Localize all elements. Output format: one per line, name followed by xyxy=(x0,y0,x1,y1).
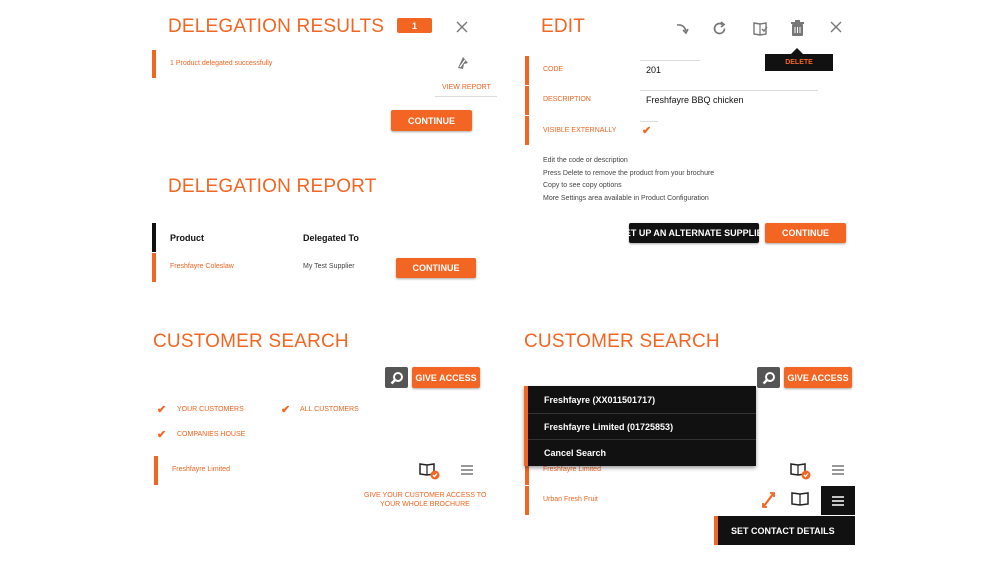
description-field[interactable]: Freshfayre BBQ chicken xyxy=(646,95,744,105)
customer-row-name[interactable]: Freshfayre Limited xyxy=(172,466,230,473)
menu-icon[interactable] xyxy=(821,486,855,515)
customer-row-name[interactable]: Freshfayre Limited xyxy=(543,466,601,473)
customer-row-marker xyxy=(525,486,529,515)
delegate-icon xyxy=(455,55,471,71)
companies-house-checkbox[interactable]: ✔ xyxy=(157,430,166,441)
field-marker xyxy=(525,116,529,145)
delegation-report-title: DELEGATION REPORT xyxy=(168,176,377,197)
description-label: DESCRIPTION xyxy=(543,96,591,103)
customer-search-title: CUSTOMER SEARCH xyxy=(153,331,349,352)
dropdown-option-1[interactable]: Freshfayre (XX011501717) xyxy=(528,386,756,413)
give-access-button[interactable]: GIVE ACCESS xyxy=(784,367,852,388)
close-icon[interactable] xyxy=(829,20,843,34)
report-row-supplier: My Test Supplier xyxy=(303,263,355,270)
result-count-badge: 1 xyxy=(397,18,432,33)
view-report-link[interactable]: VIEW REPORT xyxy=(442,84,491,91)
help-text-3: Copy to see copy options xyxy=(543,182,622,189)
give-access-hint-line-2: YOUR WHOLE BROCHURE xyxy=(380,501,470,508)
continue-button[interactable]: CONTINUE xyxy=(391,110,472,131)
help-text-1: Edit the code or description xyxy=(543,157,628,164)
cancel-search-option[interactable]: Cancel Search xyxy=(528,439,756,466)
brochure-icon[interactable] xyxy=(790,490,810,508)
copy-icon[interactable] xyxy=(751,19,769,37)
alternate-supplier-button[interactable]: SET UP AN ALTERNATE SUPPLIER xyxy=(619,223,769,243)
give-access-hint-line-1: GIVE YOUR CUSTOMER ACCESS TO xyxy=(364,492,487,499)
help-text-2: Press Delete to remove the product from … xyxy=(543,170,715,177)
delete-tooltip: DELETE xyxy=(765,54,833,71)
continue-button[interactable]: CONTINUE xyxy=(765,223,846,243)
delegation-results-title: DELEGATION RESULTS xyxy=(168,16,385,37)
close-icon[interactable] xyxy=(455,20,469,34)
dropdown-option-2[interactable]: Freshfayre Limited (01725853) xyxy=(528,413,756,440)
help-text-4: More Settings area available in Product … xyxy=(543,195,709,202)
trash-icon[interactable] xyxy=(789,19,805,37)
your-customers-checkbox[interactable]: ✔ xyxy=(157,405,166,416)
customer-row-marker xyxy=(154,456,158,485)
field-marker xyxy=(525,86,529,115)
visible-externally-label: VISIBLE EXTERNALLY xyxy=(543,127,617,134)
brochure-icon[interactable] xyxy=(419,461,441,481)
search-icon[interactable] xyxy=(757,367,780,388)
code-field[interactable]: 201 xyxy=(646,65,661,75)
result-row-marker xyxy=(152,50,156,78)
all-customers-checkbox[interactable]: ✔ xyxy=(281,405,290,416)
redo-icon[interactable] xyxy=(674,20,690,36)
delegate-icon[interactable] xyxy=(761,491,777,509)
continue-button[interactable]: CONTINUE xyxy=(396,258,476,278)
search-results-dropdown: Freshfayre (XX011501717) Freshfayre Limi… xyxy=(524,386,756,466)
column-header-delegated-to: Delegated To xyxy=(303,233,359,243)
divider xyxy=(640,60,700,61)
customer-row-name[interactable]: Urban Fresh Fruit xyxy=(543,496,598,503)
companies-house-label: COMPANIES HOUSE xyxy=(177,431,246,438)
report-row-product: Freshfayre Coleslaw xyxy=(170,263,234,270)
menu-icon[interactable] xyxy=(831,464,845,476)
menu-icon[interactable] xyxy=(460,464,474,476)
all-customers-label: ALL CUSTOMERS xyxy=(300,406,359,413)
header-row-marker xyxy=(152,223,156,252)
edit-title: EDIT xyxy=(541,16,586,37)
divider xyxy=(640,90,818,91)
search-icon[interactable] xyxy=(385,367,408,388)
refresh-icon[interactable] xyxy=(710,19,728,37)
give-access-button[interactable]: GIVE ACCESS xyxy=(412,367,480,388)
set-contact-details-menu-item[interactable]: SET CONTACT DETAILS xyxy=(714,516,855,545)
your-customers-label: YOUR CUSTOMERS xyxy=(177,406,244,413)
report-row-marker xyxy=(152,253,156,282)
column-header-product: Product xyxy=(170,233,205,243)
visible-externally-checkbox[interactable]: ✔ xyxy=(642,126,651,137)
result-message: 1 Product delegated successfully xyxy=(170,60,273,67)
code-label: CODE xyxy=(543,66,564,73)
brochure-icon[interactable] xyxy=(790,461,812,481)
field-marker xyxy=(525,56,529,85)
divider xyxy=(640,121,658,122)
customer-search-title: CUSTOMER SEARCH xyxy=(524,331,720,352)
divider xyxy=(435,96,497,97)
